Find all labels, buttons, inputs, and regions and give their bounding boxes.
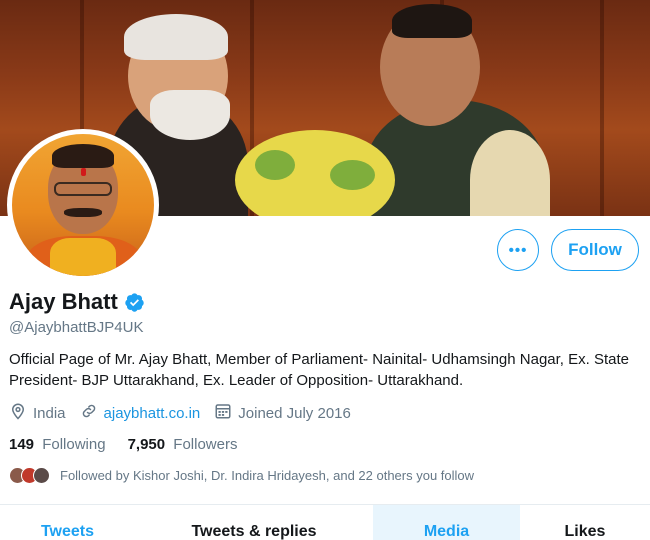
tab-media[interactable]: Media bbox=[373, 505, 520, 540]
location-pin-icon bbox=[9, 402, 33, 424]
profile-joined: Joined July 2016 bbox=[214, 402, 351, 424]
follow-button[interactable]: Follow bbox=[551, 229, 639, 271]
followers-count: 7,950 bbox=[127, 436, 166, 453]
following-count: 149 bbox=[9, 436, 35, 453]
profile-location-text: India bbox=[33, 404, 66, 422]
profile-handle: @AjaybhattBJP4UK bbox=[9, 319, 144, 336]
profile-tabs: Tweets Tweets & replies Media Likes bbox=[0, 504, 650, 540]
profile-bio: Official Page of Mr. Ajay Bhatt, Member … bbox=[9, 351, 630, 389]
followers-stat[interactable]: 7,950 Followers bbox=[128, 436, 238, 453]
profile-joined-text: Joined July 2016 bbox=[238, 404, 351, 422]
more-options-button[interactable]: ••• bbox=[497, 229, 539, 271]
profile-website-link[interactable]: ajaybhatt.co.in bbox=[104, 405, 201, 422]
followed-by-avatars bbox=[9, 467, 50, 484]
followed-by-text: Followed by Kishor Joshi, Dr. Indira Hri… bbox=[60, 468, 475, 483]
following-label: Following bbox=[42, 436, 106, 453]
profile-name-text: Ajay Bhatt bbox=[9, 289, 118, 314]
link-icon bbox=[80, 402, 104, 424]
profile-meta: India ajaybhatt.co.in Joined July 2016 bbox=[9, 402, 365, 424]
followed-by[interactable]: Followed by Kishor Joshi, Dr. Indira Hri… bbox=[9, 467, 474, 484]
follow-button-label: Follow bbox=[568, 240, 622, 259]
tab-tweets[interactable]: Tweets bbox=[0, 505, 135, 540]
profile-avatar[interactable] bbox=[7, 129, 159, 281]
calendar-icon bbox=[214, 402, 238, 424]
following-stat[interactable]: 149 Following bbox=[9, 436, 106, 453]
avatar bbox=[33, 467, 50, 484]
more-options-label: ••• bbox=[508, 241, 528, 259]
verified-badge-icon bbox=[124, 292, 145, 313]
tab-likes[interactable]: Likes bbox=[520, 505, 650, 540]
profile-name[interactable]: Ajay Bhatt bbox=[9, 289, 145, 315]
profile-website[interactable]: ajaybhatt.co.in bbox=[80, 402, 201, 424]
profile-stats: 149 Following 7,950 Followers bbox=[9, 436, 259, 453]
followers-label: Followers bbox=[173, 436, 238, 453]
profile-location: India bbox=[9, 402, 66, 424]
tab-tweets-replies[interactable]: Tweets & replies bbox=[135, 505, 373, 540]
